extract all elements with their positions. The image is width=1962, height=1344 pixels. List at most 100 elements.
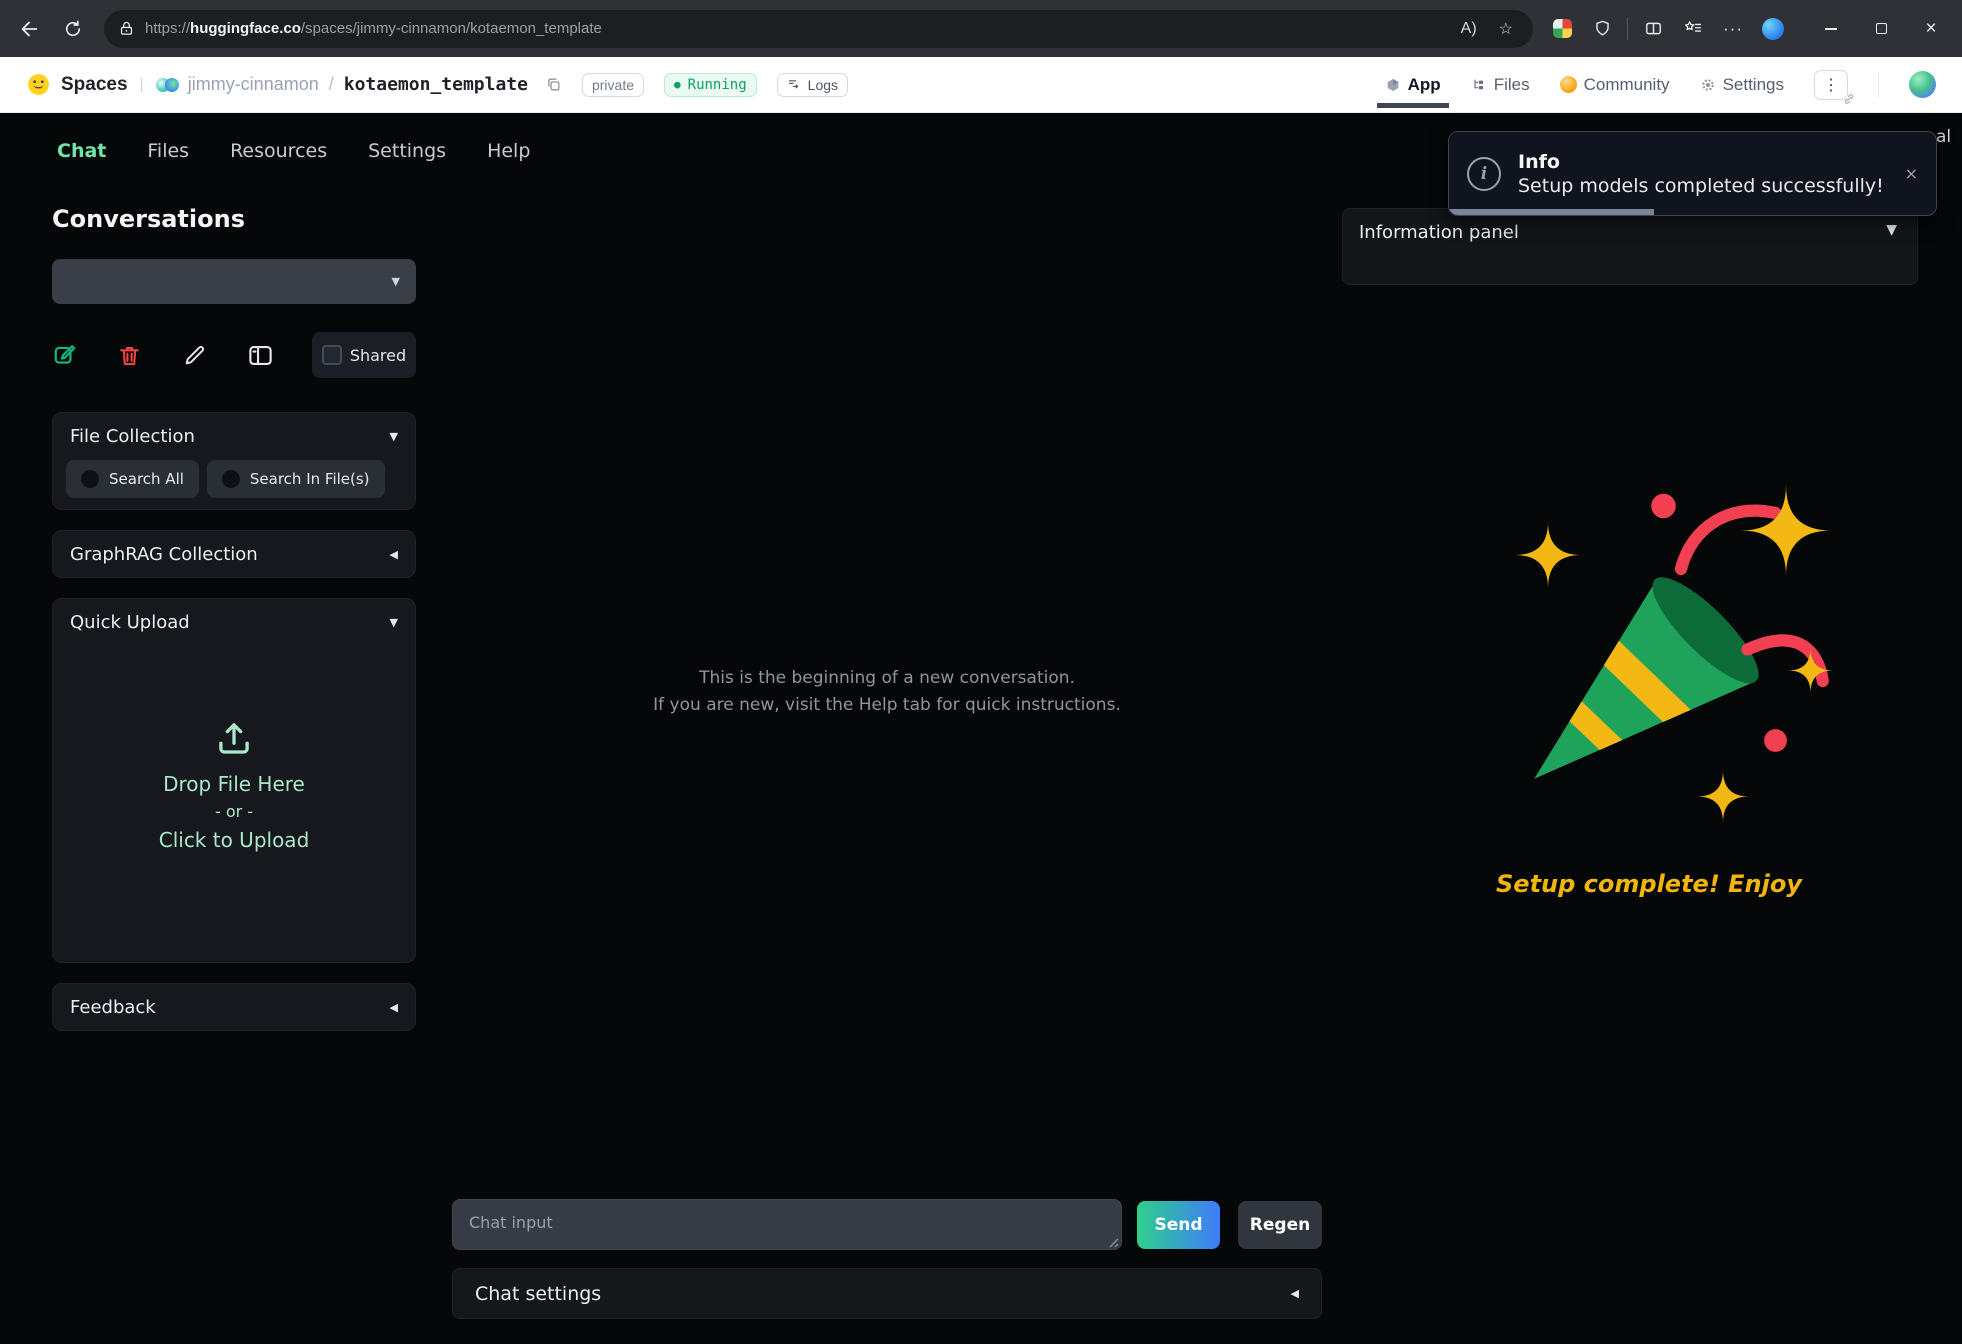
running-badge[interactable]: ●Running [664, 73, 757, 97]
toast-close-icon[interactable]: × [1905, 164, 1918, 183]
click-to-upload-label[interactable]: Click to Upload [53, 825, 415, 856]
split-screen-icon[interactable] [1636, 12, 1670, 46]
information-panel-header[interactable]: Information panel ▼ [1342, 208, 1918, 285]
header-divider [1878, 72, 1879, 98]
spaces-brand[interactable]: Spaces [61, 74, 128, 96]
chat-settings-panel[interactable]: Chat settings ◀ [452, 1268, 1322, 1319]
chat-input[interactable] [452, 1199, 1122, 1250]
screen: https://huggingface.co/spaces/jimmy-cinn… [0, 0, 1962, 1344]
link-icon [1843, 93, 1855, 105]
pencil-icon [182, 343, 207, 368]
name-slash: / [329, 74, 334, 95]
shield-icon[interactable] [1585, 12, 1619, 46]
rename-conversation-button[interactable] [182, 343, 247, 368]
setup-complete-text: Setup complete! Enjoy [1342, 870, 1956, 898]
hf-tab-app[interactable]: App [1385, 75, 1441, 95]
search-in-files-option[interactable]: Search In File(s) [207, 460, 385, 498]
tab-resources[interactable]: Resources [230, 140, 327, 162]
hf-tab-files[interactable]: Files [1471, 75, 1530, 95]
info-toast: i Info Setup models completed successful… [1448, 131, 1937, 216]
tab-help[interactable]: Help [487, 140, 530, 162]
read-aloud-icon[interactable]: A) [1455, 20, 1483, 38]
new-chat-icon [52, 342, 78, 368]
logs-button[interactable]: Logs [777, 73, 848, 97]
clipped-text: al [1936, 127, 1951, 147]
huggingface-logo-icon [26, 72, 51, 97]
regen-button[interactable]: Regen [1238, 1201, 1322, 1249]
files-tree-icon [1471, 77, 1487, 93]
hf-header: Spaces | jimmy-cinnamon / kotaemon_templ… [0, 57, 1962, 113]
header-divider: | [140, 76, 144, 94]
owner-name[interactable]: jimmy-cinnamon [188, 74, 319, 95]
chevron-left-icon: ◀ [1291, 1287, 1299, 1300]
shared-checkbox[interactable]: Shared [312, 332, 416, 378]
search-all-option[interactable]: Search All [66, 460, 199, 498]
close-button[interactable]: × [1910, 9, 1952, 49]
app-cube-icon [1385, 77, 1401, 93]
favorites-bar-icon[interactable] [1676, 12, 1710, 46]
empty-conversation-message: This is the beginning of a new conversat… [452, 665, 1322, 719]
or-label: - or - [53, 800, 415, 825]
kotaemon-app: al Chat Files Resources Settings Help Co… [0, 113, 1962, 1344]
repo-name[interactable]: kotaemon_template [344, 74, 528, 95]
hf-tab-community[interactable]: Community [1560, 75, 1670, 95]
toggle-panel-button[interactable] [247, 343, 312, 368]
new-conversation-button[interactable] [52, 342, 117, 368]
hf-tab-settings[interactable]: Settings [1700, 75, 1784, 95]
search-mode-options: Search All Search In File(s) [53, 460, 415, 498]
chevron-left-icon: ◀ [390, 548, 398, 561]
feedback-panel: Feedback ◀ [52, 983, 416, 1031]
drop-file-label: Drop File Here [53, 769, 415, 800]
tab-chat[interactable]: Chat [57, 140, 106, 162]
space-options-button[interactable]: ⋮ [1814, 70, 1848, 100]
refresh-button[interactable] [54, 10, 92, 48]
browser-essentials-icon[interactable] [1545, 12, 1579, 46]
radio-icon [81, 470, 99, 488]
conversation-select[interactable]: ▼ [52, 259, 416, 304]
trash-icon [117, 343, 142, 368]
delete-conversation-button[interactable] [117, 343, 182, 368]
browser-menu-icon[interactable]: ··· [1716, 12, 1750, 46]
file-collection-panel: File Collection ▼ Search All Search In F… [52, 412, 416, 510]
party-popper-image [1485, 478, 1835, 828]
url-text: https://huggingface.co/spaces/jimmy-cinn… [145, 20, 602, 37]
minimize-button[interactable] [1810, 9, 1852, 49]
send-button[interactable]: Send [1137, 1201, 1220, 1249]
browser-chrome: https://huggingface.co/spaces/jimmy-cinn… [0, 0, 1962, 57]
chevron-down-icon: ▼ [1886, 222, 1897, 238]
conversations-title: Conversations [52, 205, 245, 233]
graphrag-panel: GraphRAG Collection ◀ [52, 530, 416, 578]
copilot-icon[interactable] [1756, 12, 1790, 46]
back-button[interactable] [10, 10, 48, 48]
radio-icon [222, 470, 240, 488]
owner-avatar[interactable] [156, 78, 178, 92]
upload-icon [213, 717, 255, 759]
conversation-actions: Shared [52, 332, 416, 378]
quick-upload-panel: Quick Upload ▼ Drop File Here - or - Cli… [52, 598, 416, 963]
file-dropzone[interactable]: Drop File Here - or - Click to Upload [53, 717, 415, 856]
community-icon [1560, 76, 1577, 93]
favorite-star-icon[interactable]: ☆ [1493, 19, 1519, 39]
gear-icon [1700, 77, 1716, 93]
window-controls: × [1810, 9, 1952, 49]
tab-files[interactable]: Files [147, 140, 189, 162]
feedback-header[interactable]: Feedback ◀ [53, 984, 415, 1031]
private-badge: private [582, 73, 644, 97]
quick-upload-header[interactable]: Quick Upload ▼ [53, 599, 415, 646]
sidebar-toggle-icon [247, 343, 274, 368]
file-collection-header[interactable]: File Collection ▼ [53, 413, 415, 460]
user-avatar[interactable] [1909, 71, 1936, 98]
chevron-down-icon: ▼ [390, 430, 398, 443]
maximize-button[interactable] [1860, 9, 1902, 49]
graphrag-header[interactable]: GraphRAG Collection ◀ [53, 531, 415, 578]
copy-icon[interactable] [545, 76, 562, 93]
logs-icon [787, 77, 802, 92]
address-bar[interactable]: https://huggingface.co/spaces/jimmy-cinn… [104, 10, 1533, 48]
toast-title: Info [1518, 151, 1888, 173]
checkbox-icon [322, 345, 342, 365]
toast-message: Setup models completed successfully! [1518, 175, 1888, 197]
refresh-icon [63, 19, 83, 39]
tab-settings[interactable]: Settings [368, 140, 446, 162]
chevron-left-icon: ◀ [390, 1001, 398, 1014]
running-dot-icon: ● [674, 78, 681, 91]
